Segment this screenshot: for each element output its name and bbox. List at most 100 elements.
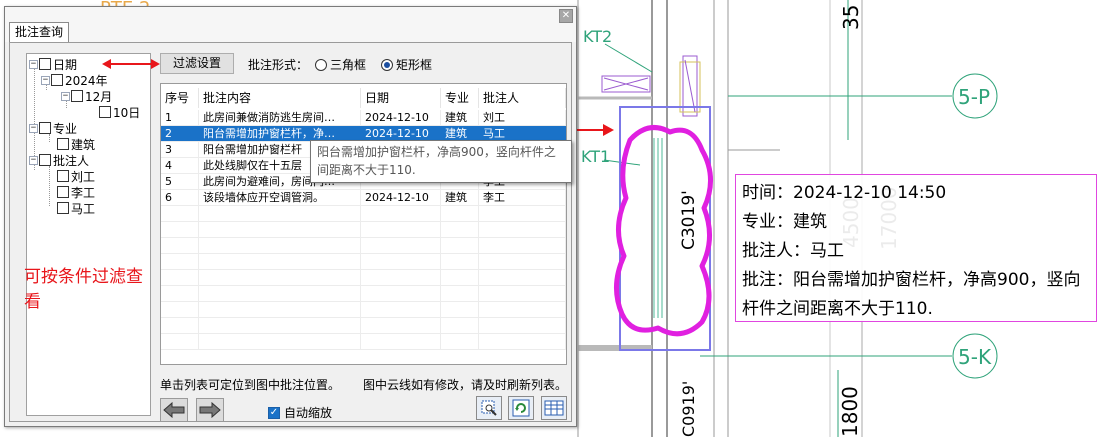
cell-person: 马工 [479, 126, 566, 141]
checkbox-day[interactable] [99, 106, 111, 118]
table-header: 序号 批注内容 日期 专业 批注人 [161, 88, 566, 108]
window-glass-lines [653, 138, 663, 318]
cell-id: 1 [161, 110, 199, 125]
tree-label-person-1: 刘工 [71, 169, 96, 184]
cell-date: 2024-12-10 [361, 110, 441, 125]
hint-refresh-text: 图中云线如有修改，请及时刷新列表。 [363, 378, 568, 392]
column-header-major[interactable]: 专业 [441, 88, 479, 108]
dialog-title-tab[interactable]: 批注查询 [9, 22, 70, 42]
row-tooltip: 阳台需增加护窗栏杆，净高900，竖向杆件之间距离不大于110. [310, 140, 572, 183]
tree-label-date: 日期 [53, 57, 78, 72]
axis-label-5k: 5-K [958, 345, 992, 369]
auto-zoom-checkbox[interactable]: ✓ 自动缩放 [268, 404, 332, 421]
export-table-button[interactable] [541, 396, 567, 420]
radio-dot-rectangle[interactable] [381, 58, 393, 71]
dim-top: 35 [839, 5, 863, 30]
refresh-list-button[interactable] [508, 396, 534, 420]
next-button[interactable] [196, 398, 224, 422]
filter-tree: − 日期 − 2024年 − 12月 10日 − 专业 建筑 − 批注人 刘工 … [26, 53, 151, 416]
table-row-empty [161, 206, 566, 222]
table-row[interactable]: 1 此房间兼做消防逃生房间… 2024-12-10 建筑 刘工 [161, 110, 566, 126]
tree-label-major: 专业 [53, 121, 78, 136]
cell-id: 6 [161, 190, 199, 205]
table-row-empty [161, 302, 566, 318]
cell-major: 建筑 [441, 190, 479, 205]
cell-person: 李工 [479, 190, 566, 205]
checkbox-person-2[interactable] [57, 186, 69, 198]
checkbox-month[interactable] [71, 90, 83, 102]
checkbox-year[interactable] [51, 74, 63, 86]
annotation-person: 批注人：马工 [742, 241, 844, 261]
collapse-icon[interactable]: − [29, 155, 38, 165]
tree-label-major-item: 建筑 [71, 137, 96, 152]
column-header-content[interactable]: 批注内容 [199, 88, 361, 108]
axis-label-5p: 5-P [958, 85, 990, 109]
dim-1800: 1800 [838, 386, 862, 437]
cell-major: 建筑 [441, 110, 479, 125]
double-arrow-icon [102, 59, 160, 69]
tree-label-person-2: 李工 [71, 185, 96, 200]
tree-label-year: 2024年 [65, 73, 108, 88]
tree-label-day: 10日 [113, 105, 141, 120]
radio-label-triangle: 三角框 [330, 58, 367, 72]
radio-label-rectangle: 矩形框 [396, 58, 433, 72]
table-row-empty [161, 270, 566, 286]
table-row-empty [161, 254, 566, 270]
cell-id: 4 [161, 158, 199, 173]
collapse-icon[interactable]: − [29, 59, 38, 69]
mode-label: 批注形式： [248, 58, 309, 72]
filter-note-text: 可按条件过滤查看 [24, 267, 143, 312]
checkbox-person-1[interactable] [57, 170, 69, 182]
cell-id: 5 [161, 174, 199, 189]
hint-locate-text: 单击列表可定位到图中批注位置。 [160, 378, 341, 392]
tree-node-month[interactable]: − 12月 [61, 88, 112, 104]
checkbox-person[interactable] [39, 154, 51, 166]
dialog-titlebar[interactable]: 批注查询 ✕ [5, 7, 576, 42]
previous-button[interactable] [160, 398, 188, 422]
kt1-label: KT1 [581, 147, 610, 166]
tree-label-person-3: 马工 [71, 201, 96, 216]
column-header-id[interactable]: 序号 [161, 88, 199, 108]
tree-node-date[interactable]: − 日期 [29, 56, 77, 72]
annotation-detail-box: 时间：2024-12-10 14:50 专业：建筑 批注人：马工 批注：阳台需增… [735, 174, 1097, 322]
tree-node-major[interactable]: − 专业 [29, 120, 77, 136]
tree-label-person: 批注人 [53, 153, 90, 168]
collapse-icon[interactable]: − [41, 75, 50, 85]
annotation-query-dialog: 批注查询 ✕ − 日期 − 2024年 − 12月 10日 − 专业 建筑 − … [4, 6, 577, 427]
table-row[interactable]: 6 该段墙体应开空调管洞。 2024-12-10 建筑 李工 [161, 190, 566, 206]
arrow-right-icon [199, 402, 221, 418]
tree-node-day[interactable]: 10日 [99, 104, 140, 120]
tree-node-person-2[interactable]: 李工 [57, 184, 95, 200]
dialog-panel: − 日期 − 2024年 − 12月 10日 − 专业 建筑 − 批注人 刘工 … [9, 42, 572, 422]
close-icon[interactable]: ✕ [559, 9, 573, 23]
zoom-to-annotation-button[interactable] [476, 396, 502, 420]
table-row-empty [161, 286, 566, 302]
collapse-icon[interactable]: − [29, 123, 38, 133]
cell-content: 该段墙体应开空调管洞。 [199, 190, 361, 205]
checkbox-major[interactable] [39, 122, 51, 134]
checkbox-date[interactable] [39, 58, 51, 70]
column-header-date[interactable]: 日期 [361, 88, 441, 108]
filter-settings-button[interactable]: 过滤设置 [160, 53, 234, 74]
check-icon[interactable]: ✓ [268, 406, 280, 419]
checkbox-person-3[interactable] [57, 202, 69, 214]
checkbox-major-item[interactable] [57, 138, 69, 150]
column-header-person[interactable]: 批注人 [479, 88, 566, 108]
cell-content: 此房间兼做消防逃生房间… [199, 110, 361, 125]
radio-rectangle[interactable]: 矩形框 [381, 56, 432, 73]
tree-label-month: 12月 [85, 89, 113, 104]
c0919-label: C0919' [679, 381, 698, 437]
annotation-major: 专业：建筑 [742, 212, 827, 232]
radio-dot-triangle[interactable] [315, 58, 327, 71]
tree-node-year[interactable]: − 2024年 [41, 72, 108, 88]
tree-node-person[interactable]: − 批注人 [29, 152, 89, 168]
table-icon [544, 400, 564, 416]
annotation-note: 批注：阳台需增加护窗栏杆，净高900，竖向杆件之间距离不大于110. [742, 270, 1081, 319]
radio-triangle[interactable]: 三角框 [315, 56, 366, 73]
tree-node-person-3[interactable]: 马工 [57, 200, 95, 216]
collapse-icon[interactable]: − [61, 91, 70, 101]
c3019-label: C3019' [679, 190, 699, 250]
tree-node-major-item[interactable]: 建筑 [57, 136, 95, 152]
zoom-region-icon [481, 400, 497, 416]
tree-node-person-1[interactable]: 刘工 [57, 168, 95, 184]
